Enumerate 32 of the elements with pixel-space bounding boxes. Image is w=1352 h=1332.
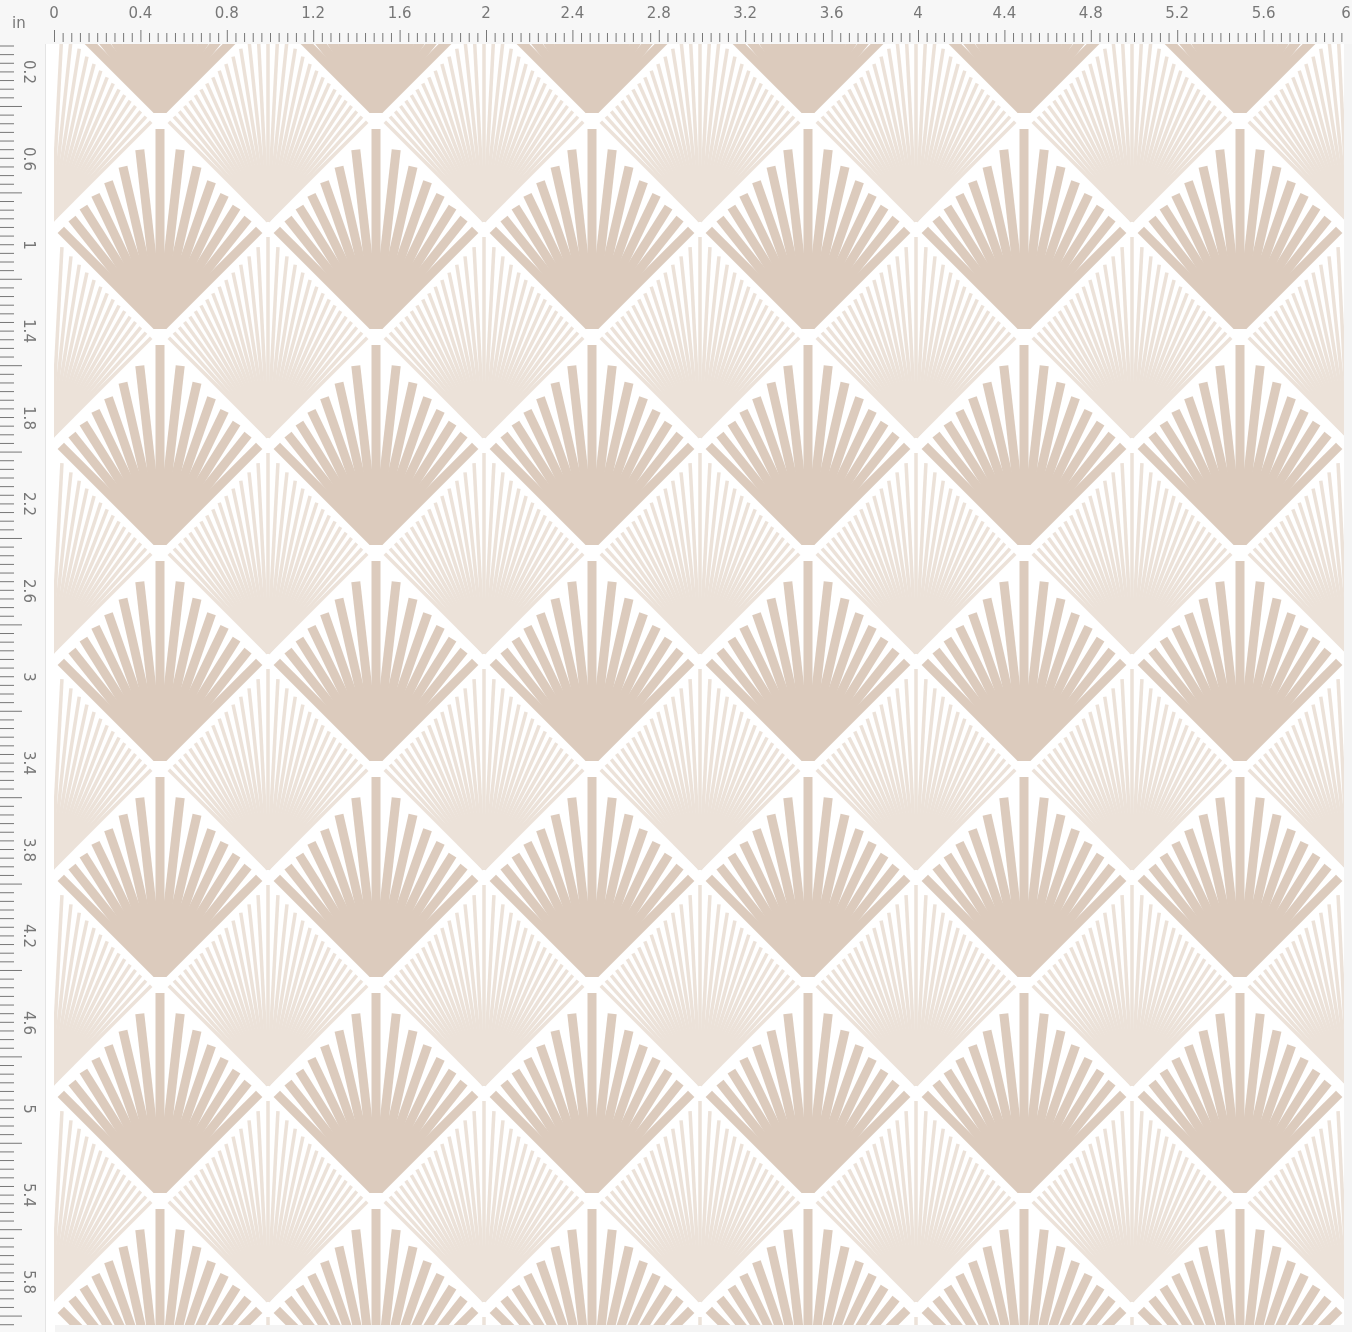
ruler-label: 4.2 [20,924,38,949]
ruler-label: 5.6 [1251,4,1276,22]
ruler-label: 1.6 [387,4,412,22]
ruler-label: 0.2 [20,60,38,85]
ruler-label: 4.8 [1078,4,1103,22]
ruler-label: 5.4 [20,1183,38,1208]
ruler-label: 5.8 [20,1269,38,1294]
ruler-label: 0.8 [214,4,239,22]
ruler-label: 4 [913,4,923,22]
ruler-label: 3.2 [733,4,758,22]
ruler-label: 1.4 [20,319,38,344]
ruler-label: 3.8 [20,837,38,862]
ruler-label: 0 [49,4,59,22]
ruler-label: 2.8 [646,4,671,22]
unit-label: in [12,14,26,32]
ruler-label: 0.6 [20,146,38,171]
ruler-label: 2.2 [20,492,38,517]
ruler-label: 3 [20,672,38,682]
ruler-label: 1.2 [301,4,326,22]
ruler-label: 5 [20,1104,38,1114]
ruler-label: 2 [481,4,491,22]
ruler-label: 4.4 [992,4,1017,22]
ruler-label: 1.8 [20,405,38,430]
ruler-label: 3.4 [20,751,38,776]
ruler-label: 2.6 [20,578,38,603]
ruler-label: 1 [20,240,38,250]
ruler-label: 0.4 [128,4,153,22]
ruler-label: 5.2 [1165,4,1190,22]
ruler-label: 3.6 [819,4,844,22]
ruler-label: 4.6 [20,1010,38,1035]
ruler-label: 2.4 [560,4,585,22]
ruler-label: 6 [1341,4,1351,22]
